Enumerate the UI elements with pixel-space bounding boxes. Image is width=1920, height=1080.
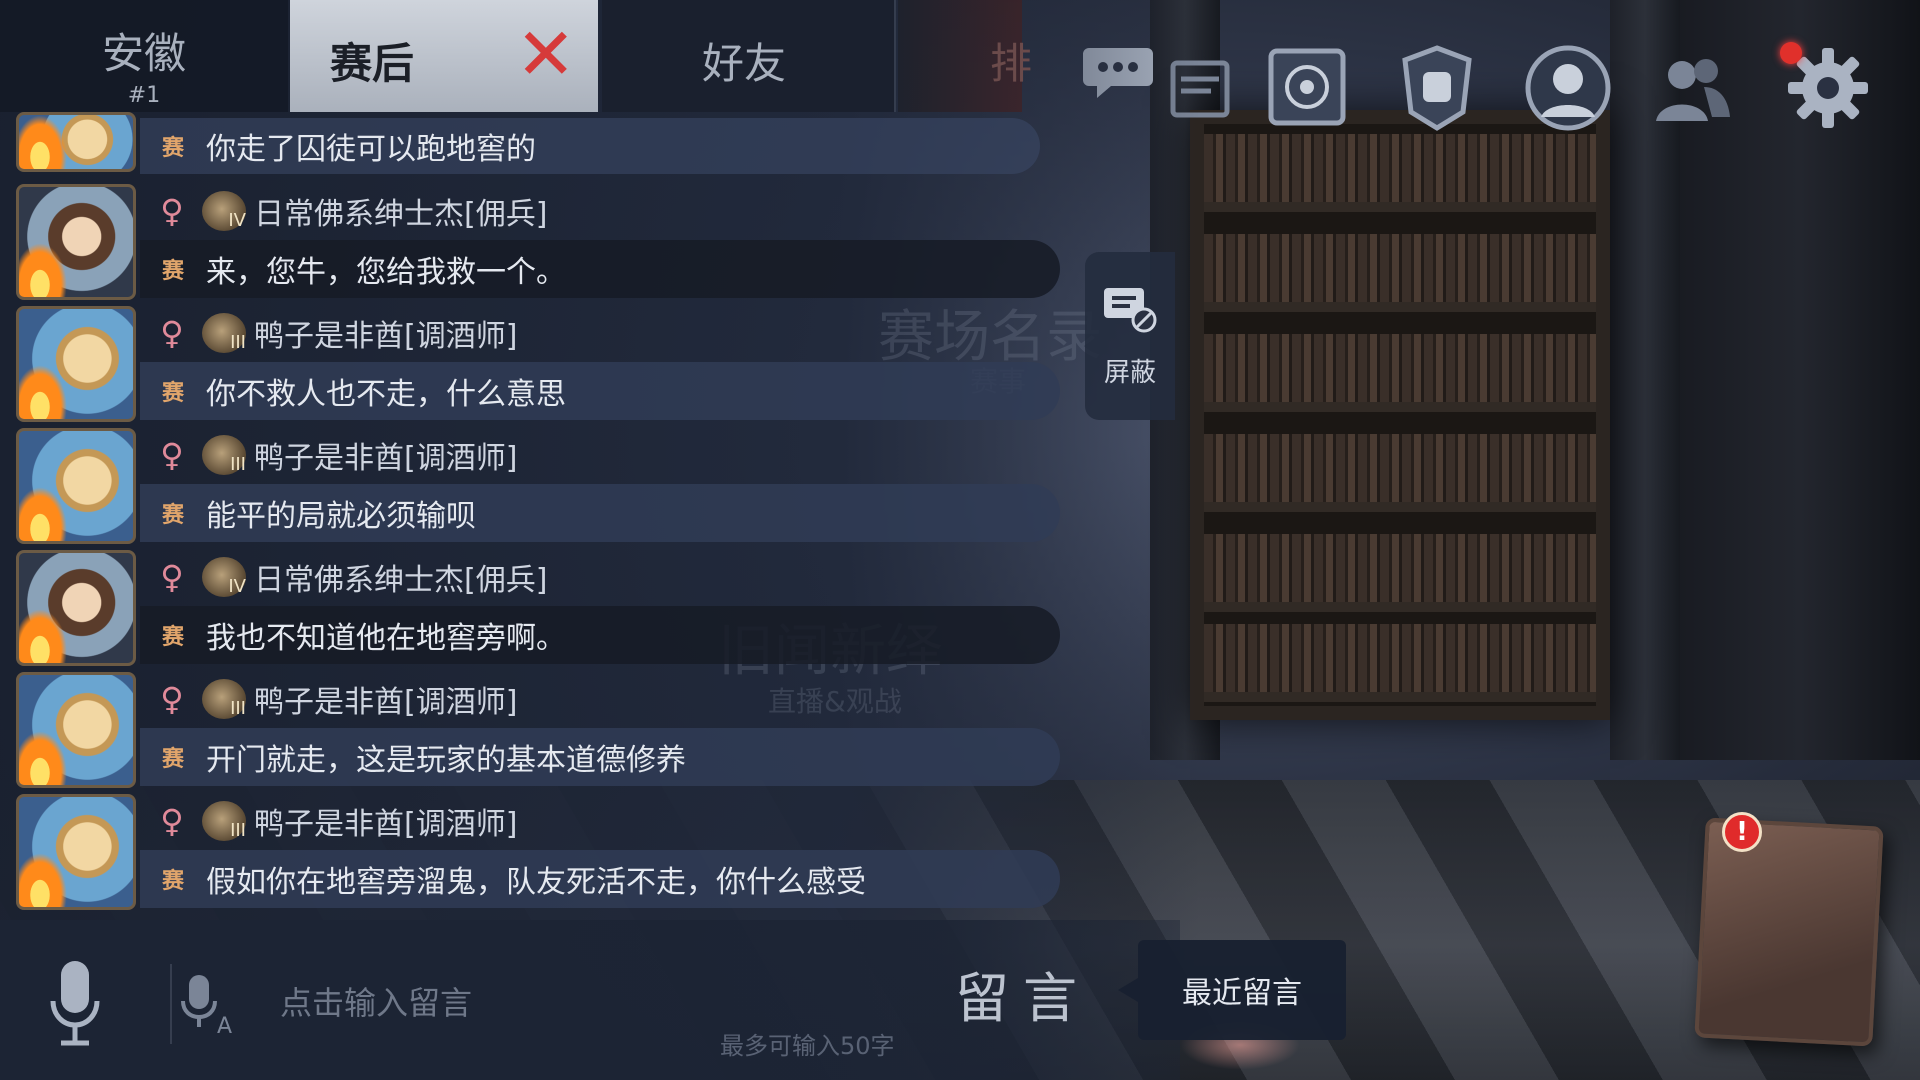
message-text: 假如你在地窖旁溜鬼，队友死活不走，你什么感受: [206, 865, 866, 900]
gender-icon: ♀: [160, 192, 184, 230]
message-bubble: 赛 你不救人也不走，什么意思: [140, 362, 1060, 420]
message-bubble: 赛 你走了囚徒可以跑地窖的: [140, 118, 1040, 174]
block-button-label: 屏蔽: [1103, 357, 1156, 388]
message-bubble: 赛 假如你在地窖旁溜鬼，队友死活不走，你什么感受: [140, 850, 1060, 908]
sender-line: ♀ III 鸭子是非酋[调酒师]: [152, 796, 517, 846]
rank-badge-icon: IV: [202, 557, 246, 597]
sender-name[interactable]: 鸭子是非酋[调酒师]: [254, 677, 517, 721]
message-text: 能平的局就必须输呗: [206, 499, 476, 534]
shelf-row: [1204, 234, 1596, 312]
svg-text:A: A: [217, 1014, 232, 1037]
message-text: 开门就走，这是玩家的基本道德修养: [206, 743, 686, 778]
friends-icon[interactable]: [1652, 48, 1732, 128]
tab-region[interactable]: 安徽 #1: [0, 0, 288, 112]
microphone-button[interactable]: [40, 948, 110, 1058]
match-tag: 赛: [161, 259, 184, 284]
gender-icon: ♀: [160, 802, 184, 840]
sender-name[interactable]: 日常佛系绅士杰[佣兵]: [254, 189, 547, 233]
flame-icon: [19, 243, 67, 297]
rank-badge-icon: III: [202, 435, 246, 475]
block-button[interactable]: 屏蔽: [1085, 252, 1175, 420]
avatar[interactable]: [16, 794, 136, 910]
message-text: 我也不知道他在地窖旁啊。: [206, 621, 566, 656]
bookshelf: [1190, 110, 1610, 720]
sender-name[interactable]: 日常佛系绅士杰[佣兵]: [254, 555, 547, 599]
tab-friends[interactable]: 好友: [602, 0, 896, 112]
emblem-card-icon[interactable]: [1262, 42, 1352, 132]
rank-badge-icon: IV: [202, 191, 246, 231]
match-tag: 赛: [161, 625, 184, 650]
sender-line: ♀ III 鸭子是非酋[调酒师]: [152, 430, 517, 480]
avatar[interactable]: [16, 306, 136, 422]
tab-partial[interactable]: 排: [898, 0, 1032, 112]
background-news-subtitle: 直播&观战: [768, 685, 902, 718]
message-bubble: 赛 能平的局就必须输呗: [140, 484, 1060, 542]
recent-messages-button[interactable]: 最近留言: [1118, 940, 1346, 1040]
message-text: 你不救人也不走，什么意思: [206, 377, 566, 412]
shelf-row: [1204, 534, 1596, 612]
fist-icon[interactable]: [1392, 42, 1482, 132]
match-tag: 赛: [161, 136, 184, 161]
character-portrait-icon[interactable]: [1522, 42, 1614, 134]
avatar[interactable]: [16, 672, 136, 788]
avatar[interactable]: [16, 428, 136, 544]
sender-line: ♀ III 鸭子是非酋[调酒师]: [152, 674, 517, 724]
sender-line: ♀ IV 日常佛系绅士杰[佣兵]: [152, 552, 547, 602]
rank-badge-icon: III: [202, 801, 246, 841]
tab-partial-label: 排: [990, 39, 1033, 88]
flame-icon: [19, 365, 67, 419]
rank-badge-icon: III: [202, 679, 246, 719]
shelf-row: [1204, 434, 1596, 512]
leave-message-button[interactable]: 留言: [955, 958, 1095, 1030]
gender-icon: ♀: [160, 680, 184, 718]
flame-icon: [19, 609, 67, 663]
tab-post-match[interactable]: 赛后 ✕: [290, 0, 598, 112]
region-name: 安徽: [101, 29, 186, 78]
avatar[interactable]: [16, 112, 136, 172]
close-icon[interactable]: ✕: [516, 18, 576, 90]
message-text: 你走了囚徒可以跑地窖的: [206, 132, 536, 167]
sender-line: ♀ III 鸭子是非酋[调酒师]: [152, 308, 517, 358]
flame-icon: [19, 487, 67, 541]
match-tag: 赛: [161, 869, 184, 894]
match-tag: 赛: [161, 503, 184, 528]
block-message-icon: [1102, 284, 1158, 344]
avatar[interactable]: [16, 550, 136, 666]
notification-dot: [1780, 42, 1802, 64]
shelf-row: [1204, 334, 1596, 412]
region-rank: #1: [127, 83, 161, 108]
message-text: 来，您牛，您给我救一个。: [206, 255, 566, 290]
alert-badge: !: [1722, 812, 1762, 852]
rank-badge-icon: III: [202, 313, 246, 353]
tab-friends-label: 好友: [702, 39, 787, 88]
message-bubble: 赛 来，您牛，您给我救一个。: [140, 240, 1060, 298]
flame-icon: [19, 731, 67, 785]
voice-to-text-icon: A: [181, 975, 232, 1037]
microphone-icon: [50, 961, 100, 1046]
shelf-row: [1204, 134, 1596, 212]
diary-book-icon[interactable]: [1694, 817, 1884, 1047]
message-bubble: 赛 开门就走，这是玩家的基本道德修养: [140, 728, 1060, 786]
gender-icon: ♀: [160, 558, 184, 596]
tab-post-match-label: 赛后: [330, 39, 415, 88]
shelf-row: [1204, 624, 1596, 702]
gender-icon: ♀: [160, 436, 184, 474]
sender-name[interactable]: 鸭子是非酋[调酒师]: [254, 433, 517, 477]
char-limit-hint: 最多可输入50字: [720, 1032, 895, 1060]
flame-icon: [19, 853, 67, 907]
flame-icon: [19, 115, 67, 169]
sender-line: ♀ IV 日常佛系绅士杰[佣兵]: [152, 186, 547, 236]
avatar[interactable]: [16, 184, 136, 300]
gender-icon: ♀: [160, 314, 184, 352]
match-tag: 赛: [161, 381, 184, 406]
sender-name[interactable]: 鸭子是非酋[调酒师]: [254, 799, 517, 843]
match-tag: 赛: [161, 747, 184, 772]
voice-to-text-button[interactable]: A: [170, 964, 240, 1044]
message-bubble: 赛 我也不知道他在地窖旁啊。: [140, 606, 1060, 664]
chat-panel: 赛场名录 赛事 旧闻新绎 直播&观战 安徽 #1 赛后 ✕ 好友 排 赛 你走了…: [0, 0, 1346, 1080]
channel-tabs: 安徽 #1 赛后 ✕ 好友 排: [0, 0, 1032, 112]
sender-name[interactable]: 鸭子是非酋[调酒师]: [254, 311, 517, 355]
